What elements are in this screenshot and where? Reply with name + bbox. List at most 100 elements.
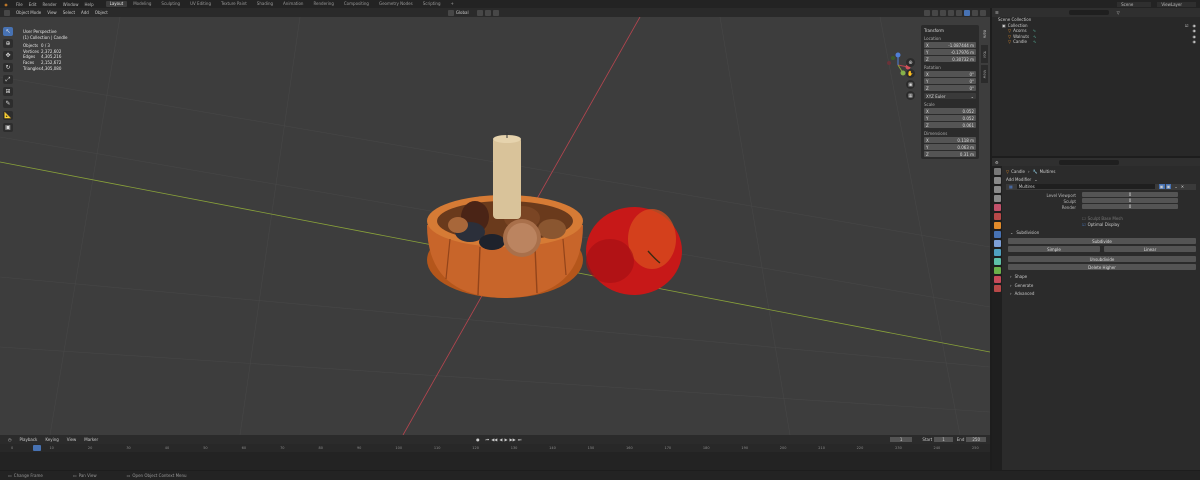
visibility-eye-icon[interactable]: ◉ [1193, 34, 1197, 39]
outliner-editor-icon[interactable]: ☰ [995, 10, 999, 15]
material-tab-icon[interactable] [993, 276, 1001, 283]
visibility-icon[interactable] [924, 9, 930, 16]
gizmo-toggle-icon[interactable] [932, 9, 938, 16]
rotation-x-field[interactable]: X 0° [924, 71, 976, 77]
rotation-z-field[interactable]: Z 0° [924, 85, 976, 91]
simple-button[interactable]: Simple [1008, 246, 1100, 252]
workspace-tab-texture-paint[interactable]: Texture Paint [217, 1, 251, 7]
scale-y-field[interactable]: Y 0.052 [924, 115, 976, 121]
shading-rendered-icon[interactable] [980, 9, 986, 16]
output-tab-icon[interactable] [993, 186, 1001, 193]
camera-view-icon[interactable]: ▣ [906, 80, 915, 89]
render-level-field[interactable]: 0 [1082, 203, 1178, 209]
show-in-editmode-icon[interactable]: ▣ [1158, 184, 1165, 190]
overlay-toggle-icon[interactable] [940, 9, 946, 16]
visibility-eye-icon[interactable]: ◉ [1193, 39, 1197, 44]
apple-object[interactable] [586, 207, 682, 295]
modifier-menu-icon[interactable]: ⌄ [1174, 184, 1177, 189]
workspace-tab-sculpting[interactable]: Sculpting [157, 1, 184, 7]
scale-z-field[interactable]: Z 0.061 [924, 122, 976, 128]
dimensions-z-field[interactable]: Z 0.31 m [924, 151, 976, 157]
menu-file[interactable]: File [16, 2, 23, 7]
proportional-edit-icon[interactable] [492, 9, 499, 16]
menu-help[interactable]: Help [84, 2, 93, 7]
prev-key-icon[interactable]: ◀◀ [491, 437, 497, 442]
add-modifier-button[interactable]: Add Modifier ⌄ [992, 177, 1200, 183]
workspace-tab-shading[interactable]: Shading [253, 1, 277, 7]
workspace-tab-modeling[interactable]: Modeling [129, 1, 155, 7]
subdivision-panel-header[interactable]: ⌄ Subdivision [992, 230, 1200, 236]
menu-edit[interactable]: Edit [29, 2, 37, 7]
texture-tab-icon[interactable] [993, 285, 1001, 292]
subdivide-button[interactable]: Subdivide [1008, 238, 1196, 244]
level-viewport-field[interactable]: 0 [1082, 191, 1178, 197]
shading-material-icon[interactable] [972, 9, 978, 16]
modifier-close-icon[interactable]: ✕ [1181, 184, 1184, 189]
editor-type-icon[interactable] [4, 9, 10, 16]
move-tool-icon[interactable]: ✥ [3, 51, 13, 60]
workspace-tab-uv-editing[interactable]: UV Editing [186, 1, 215, 7]
measure-tool-icon[interactable]: 📐 [3, 111, 13, 120]
rotate-tool-icon[interactable]: ↻ [3, 63, 13, 72]
tab-view[interactable]: View [981, 65, 988, 83]
menu-window[interactable]: Window [63, 2, 79, 7]
xray-toggle-icon[interactable] [948, 9, 954, 16]
workspace-tab-rendering[interactable]: Rendering [309, 1, 337, 7]
menu-render[interactable]: Render [42, 2, 56, 7]
play-icon[interactable]: ▶ [504, 437, 507, 442]
end-frame-field[interactable]: 250 [966, 437, 986, 442]
visibility-eye-icon[interactable]: ◉ [1193, 28, 1197, 33]
snap-icon[interactable] [484, 9, 491, 16]
workspace-tab-scripting[interactable]: Scripting [419, 1, 445, 7]
outliner-filter-icon[interactable]: ▽ [1117, 10, 1120, 15]
zoom-icon[interactable]: ⊕ [906, 58, 915, 67]
object-tab-icon[interactable] [993, 222, 1001, 229]
location-x-field[interactable]: X -1.087444 m [924, 42, 976, 48]
next-key-icon[interactable]: ▶▶ [510, 437, 516, 442]
menu-marker[interactable]: Marker [84, 437, 98, 442]
menu-select[interactable]: Select [63, 10, 75, 15]
location-y-field[interactable]: Y -0.17976 m [924, 49, 976, 55]
transform-orientation-icon[interactable] [447, 9, 454, 16]
dimensions-y-field[interactable]: Y 0.063 m [924, 144, 976, 150]
rotation-y-field[interactable]: Y 0° [924, 78, 976, 84]
scene-selector[interactable]: Scene [1117, 1, 1152, 7]
shading-wireframe-icon[interactable] [956, 9, 962, 16]
perspective-toggle-icon[interactable]: ▦ [906, 91, 915, 100]
view-layer-tab-icon[interactable] [993, 195, 1001, 202]
scale-x-field[interactable]: X 0.052 [924, 108, 976, 114]
outliner-item-candle[interactable]: ▽ Candle ∿ ◉ [992, 39, 1200, 45]
outliner-search-input[interactable] [1068, 10, 1109, 15]
tool-tab-icon[interactable] [993, 168, 1001, 175]
menu-playback[interactable]: Playback [20, 437, 38, 442]
physics-tab-icon[interactable] [993, 249, 1001, 256]
menu-view[interactable]: View [47, 10, 57, 15]
3d-viewport[interactable]: ↖ ⊕ ✥ ↻ ⤢ ⊞ ✎ 📐 ▣ User Perspective (1) C… [0, 17, 990, 435]
world-tab-icon[interactable] [993, 213, 1001, 220]
properties-editor-icon[interactable]: ⚙ [995, 160, 999, 165]
workspace-tab-layout[interactable]: Layout [105, 1, 128, 7]
transform-panel-title[interactable]: Transform [924, 28, 976, 33]
timeline-ruler[interactable]: 0 10 20 30 40 50 60 70 80 90 100 110 120 130 140 150 160… [0, 444, 990, 452]
workspace-tab-compositing[interactable]: Compositing [340, 1, 373, 7]
candle-object[interactable] [493, 132, 521, 219]
location-z-field[interactable]: Z 0.30732 m [924, 56, 976, 62]
constraints-tab-icon[interactable] [993, 258, 1001, 265]
add-cube-tool-icon[interactable]: ▣ [3, 123, 13, 132]
transform-tool-icon[interactable]: ⊞ [3, 87, 13, 96]
pan-hand-icon[interactable]: ✋ [906, 69, 915, 78]
modifier-name-field[interactable]: Multires [1016, 184, 1155, 190]
add-workspace-button[interactable]: + [447, 1, 458, 7]
data-tab-icon[interactable] [993, 267, 1001, 274]
menu-add[interactable]: Add [81, 10, 89, 15]
rotation-mode-select[interactable]: XYZ Euler ⌄ [924, 93, 976, 99]
tab-item[interactable]: Item [981, 25, 988, 43]
pivot-icon[interactable] [476, 9, 483, 16]
mode-selector[interactable]: Object Mode [16, 10, 41, 15]
blender-logo-icon[interactable]: ◉ [2, 0, 10, 8]
delete-higher-button[interactable]: Delete Higher [1008, 264, 1196, 270]
unsubdivide-button[interactable]: Unsubdivide [1008, 256, 1196, 262]
jump-start-icon[interactable]: ⏮ [486, 437, 490, 442]
optimal-display-checkbox[interactable]: ☑ Optimal Display [992, 222, 1200, 228]
playhead[interactable] [33, 445, 41, 451]
